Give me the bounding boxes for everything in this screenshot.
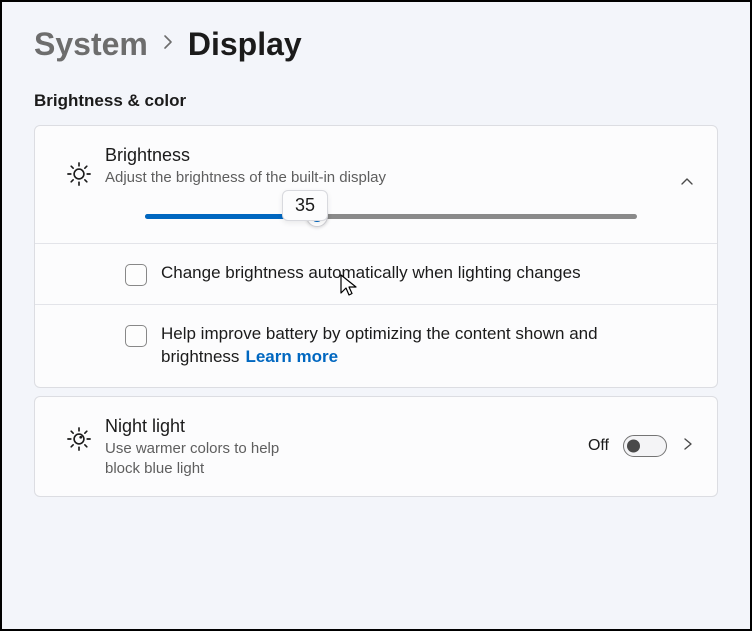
sun-accent-icon bbox=[53, 415, 105, 453]
night-light-card[interactable]: Night light Use warmer colors to help bl… bbox=[35, 397, 717, 496]
breadcrumb-current: Display bbox=[188, 26, 302, 63]
sun-icon bbox=[53, 144, 105, 188]
brightness-card[interactable]: Brightness Adjust the brightness of the … bbox=[35, 126, 717, 243]
brightness-card-group: Brightness Adjust the brightness of the … bbox=[34, 125, 718, 388]
battery-optimize-row[interactable]: Help improve battery by optimizing the c… bbox=[35, 304, 717, 387]
brightness-slider[interactable] bbox=[105, 214, 667, 219]
battery-optimize-checkbox[interactable] bbox=[125, 325, 147, 347]
section-heading: Brightness & color bbox=[34, 91, 718, 111]
auto-brightness-row[interactable]: Change brightness automatically when lig… bbox=[35, 243, 717, 304]
auto-brightness-label: Change brightness automatically when lig… bbox=[161, 262, 581, 285]
brightness-description: Adjust the brightness of the built-in di… bbox=[105, 168, 667, 188]
breadcrumb-parent[interactable]: System bbox=[34, 26, 148, 63]
night-light-title: Night light bbox=[105, 415, 576, 438]
battery-optimize-label: Help improve battery by optimizing the c… bbox=[161, 323, 695, 369]
night-light-state: Off bbox=[588, 437, 609, 455]
chevron-up-icon[interactable] bbox=[667, 174, 695, 195]
learn-more-link[interactable]: Learn more bbox=[245, 347, 338, 366]
night-light-toggle[interactable] bbox=[623, 435, 667, 457]
chevron-right-icon bbox=[162, 33, 174, 56]
brightness-tooltip: 35 bbox=[282, 190, 328, 221]
breadcrumb: System Display bbox=[34, 26, 718, 63]
chevron-right-icon[interactable] bbox=[681, 436, 695, 457]
night-light-card-group: Night light Use warmer colors to help bl… bbox=[34, 396, 718, 497]
brightness-title: Brightness bbox=[105, 144, 667, 167]
night-light-description: Use warmer colors to help block blue lig… bbox=[105, 439, 315, 478]
auto-brightness-checkbox[interactable] bbox=[125, 264, 147, 286]
